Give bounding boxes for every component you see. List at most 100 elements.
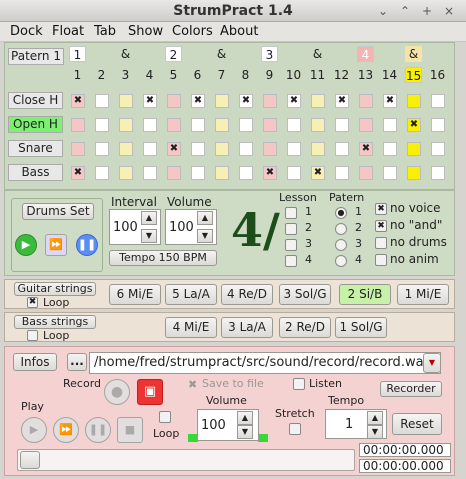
save-to-file-checkbox[interactable]: Save to file (202, 377, 264, 390)
guitar-string-button[interactable]: 5 La/A (165, 284, 217, 305)
pattern-cell[interactable] (143, 142, 157, 156)
pattern-cell[interactable] (335, 166, 349, 180)
pattern-cell[interactable] (311, 142, 325, 156)
guitar-strings-button[interactable]: Guitar strings (14, 282, 96, 296)
listen-checkbox[interactable] (293, 378, 305, 390)
guitar-string-button[interactable]: 1 Mi/E (397, 284, 449, 305)
pattern-cell[interactable] (95, 94, 109, 108)
row-label-bass[interactable]: Bass (8, 164, 63, 181)
infos-button[interactable]: Infos (13, 353, 57, 371)
flag-checkbox[interactable] (375, 237, 387, 249)
pattern-cell[interactable] (119, 118, 133, 132)
pattern-cell[interactable] (335, 118, 349, 132)
menu-dock[interactable]: Dock (10, 24, 43, 39)
pattern-cell[interactable]: ✖ (143, 94, 157, 108)
pattern-cell[interactable] (407, 142, 421, 156)
minimize-window-button[interactable]: ⌃ (398, 4, 412, 18)
guitar-loop-checkbox[interactable]: ✖ (27, 297, 38, 308)
shade-window-button[interactable]: ⌄ (376, 4, 390, 18)
patern-radio[interactable] (335, 255, 347, 267)
player-play-icon[interactable]: ▶ (21, 417, 47, 443)
pattern-cell[interactable] (263, 142, 277, 156)
menu-about[interactable]: About (220, 24, 258, 39)
lesson-radio[interactable] (285, 239, 297, 251)
lesson-radio[interactable] (285, 207, 297, 219)
pattern-cell[interactable]: ✖ (167, 142, 181, 156)
guitar-string-button[interactable]: 3 Sol/G (279, 284, 331, 305)
pattern-label[interactable]: Patern 1 (8, 48, 64, 65)
reset-button[interactable]: Reset (392, 413, 442, 435)
pattern-cell[interactable] (431, 94, 445, 108)
rec-volume-down-icon[interactable]: ▼ (237, 425, 253, 439)
stop-record-icon[interactable]: ▣ (137, 379, 163, 405)
guitar-string-button[interactable]: 6 Mi/E (109, 284, 161, 305)
volume-down-icon[interactable]: ▼ (197, 229, 213, 243)
pattern-cell[interactable] (431, 118, 445, 132)
pattern-cell[interactable] (167, 166, 181, 180)
pattern-cell[interactable] (287, 118, 301, 132)
patern-radio[interactable] (335, 223, 347, 235)
row-label-snare[interactable]: Snare (8, 140, 63, 157)
rec-tempo-down-icon[interactable]: ▼ (367, 425, 383, 439)
pattern-cell[interactable] (287, 166, 301, 180)
pattern-cell[interactable] (95, 166, 109, 180)
flag-checkbox[interactable] (375, 254, 387, 266)
pattern-cell[interactable]: ✖ (311, 166, 325, 180)
pattern-cell[interactable] (335, 142, 349, 156)
drums-set-button[interactable]: Drums Set (22, 203, 94, 220)
pattern-cell[interactable] (71, 118, 85, 132)
volume-up-icon[interactable]: ▲ (197, 211, 213, 225)
position-slider[interactable] (17, 449, 355, 471)
lesson-radio[interactable] (285, 255, 297, 267)
pattern-cell[interactable] (383, 118, 397, 132)
menu-float[interactable]: Float (52, 24, 84, 39)
pattern-cell[interactable] (359, 118, 373, 132)
pattern-cell[interactable] (359, 94, 373, 108)
pattern-cell[interactable] (119, 166, 133, 180)
pattern-cell[interactable]: ✖ (71, 94, 85, 108)
pattern-cell[interactable]: ✖ (383, 94, 397, 108)
pattern-cell[interactable] (239, 166, 253, 180)
pattern-cell[interactable] (215, 166, 229, 180)
browse-button[interactable]: ... (67, 353, 87, 371)
pattern-cell[interactable] (239, 118, 253, 132)
pattern-cell[interactable] (311, 118, 325, 132)
row-label-close-h[interactable]: Close H (8, 92, 63, 109)
pattern-cell[interactable] (311, 94, 325, 108)
menu-tab[interactable]: Tab (94, 24, 116, 39)
maximize-window-button[interactable]: + (420, 4, 434, 18)
pattern-cell[interactable]: ✖ (191, 94, 205, 108)
pattern-cell[interactable] (383, 166, 397, 180)
pattern-cell[interactable] (287, 142, 301, 156)
close-window-button[interactable]: × (442, 4, 456, 18)
pattern-cell[interactable]: ✖ (335, 94, 349, 108)
pattern-cell[interactable]: ✖ (407, 118, 421, 132)
pattern-cell[interactable]: ✖ (287, 94, 301, 108)
pattern-cell[interactable] (95, 142, 109, 156)
record-path-field[interactable]: /home/fred/strumpract/src/sound/record/r… (89, 352, 441, 374)
patern-radio[interactable] (335, 239, 347, 251)
bass-string-button[interactable]: 1 Sol/G (335, 317, 387, 338)
pattern-cell[interactable] (119, 94, 133, 108)
fast-forward-icon[interactable]: ⏩ (45, 234, 67, 256)
recorder-button[interactable]: Recorder (380, 381, 442, 397)
pattern-cell[interactable] (215, 118, 229, 132)
guitar-string-button[interactable]: 4 Re/D (221, 284, 273, 305)
pattern-cell[interactable] (431, 142, 445, 156)
pattern-cell[interactable] (119, 142, 133, 156)
pattern-cell[interactable] (359, 166, 373, 180)
pattern-cell[interactable] (167, 94, 181, 108)
player-pause-icon[interactable]: ❚❚ (85, 417, 111, 443)
path-dropdown-icon[interactable]: ▼ (423, 353, 441, 373)
stretch-checkbox[interactable] (289, 423, 301, 435)
bass-string-button[interactable]: 2 Re/D (279, 317, 331, 338)
pattern-cell[interactable] (191, 118, 205, 132)
pattern-cell[interactable]: ✖ (239, 94, 253, 108)
menu-colors[interactable]: Colors (172, 24, 213, 39)
pattern-cell[interactable] (143, 166, 157, 180)
menu-show[interactable]: Show (128, 24, 163, 39)
play-icon[interactable]: ▶ (15, 234, 37, 256)
pattern-cell[interactable] (191, 166, 205, 180)
interval-down-icon[interactable]: ▼ (141, 229, 157, 243)
tempo-button[interactable]: Tempo 150 BPM (109, 250, 217, 266)
